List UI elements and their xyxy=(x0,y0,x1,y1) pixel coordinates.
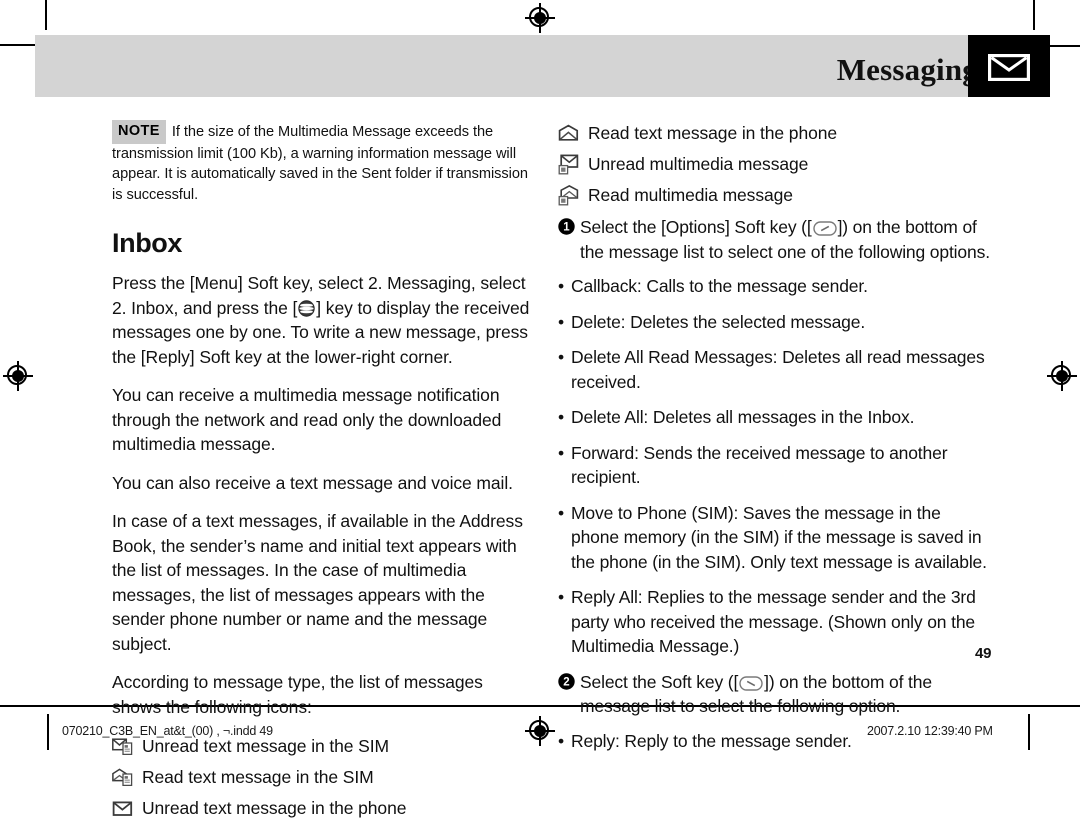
crop-mark-footer-right-vertical xyxy=(1028,714,1030,750)
icon-legend-row: Read text message in the phone xyxy=(558,120,990,147)
option-label: Move to Phone (SIM): Saves the message i… xyxy=(571,502,987,572)
icon-legend-row: Unread multimedia message xyxy=(558,151,990,178)
step-1-text: Select the [Options] Soft key ([]) on th… xyxy=(580,215,990,264)
paragraph-icon-intro: According to message type, the list of m… xyxy=(112,672,483,717)
step-2-text: Select the Soft key ([]) on the bottom o… xyxy=(580,670,990,719)
bullet-icon: • xyxy=(558,276,565,296)
option-label: Reply: Reply to the message sender. xyxy=(571,730,852,751)
crop-mark-footer-left-vertical xyxy=(47,714,49,750)
reply-softkey-icon xyxy=(739,675,763,691)
bullet-icon: • xyxy=(558,442,565,463)
unread-multimedia-icon xyxy=(558,151,588,178)
step-number-2-icon: 2 xyxy=(558,672,580,690)
registration-mark-top xyxy=(525,3,555,33)
option-list-item: • Reply All: Replies to the message send… xyxy=(558,585,990,659)
option-label: Callback: Calls to the message sender. xyxy=(571,276,868,296)
icon-legend-row: Read multimedia message xyxy=(558,182,990,209)
step-2-text-before: Select the Soft key ([ xyxy=(580,671,739,692)
step-row-1: 1 Select the [Options] Soft key ([]) on … xyxy=(558,215,990,264)
option-label: Forward: Sends the received message to a… xyxy=(571,442,948,488)
bullet-icon: • xyxy=(558,311,565,332)
step-1-text-before: Select the [Options] Soft key ([ xyxy=(580,217,812,237)
icon-legend-label: Unread text message in the phone xyxy=(142,798,407,818)
icon-legend-label: Read text message in the SIM xyxy=(142,767,374,787)
option-list-item: • Delete: Deletes the selected message. xyxy=(558,310,990,335)
option-label: Delete All Read Messages: Deletes all re… xyxy=(571,347,985,392)
read-text-phone-icon xyxy=(558,120,588,147)
note-text: If the size of the Multimedia Message ex… xyxy=(112,124,528,203)
option-label: Delete All: Deletes all messages in the … xyxy=(571,407,915,427)
crop-mark-top-left-vertical xyxy=(45,0,47,30)
option-list-item: • Callback: Calls to the message sender. xyxy=(558,274,990,299)
page-number: 49 xyxy=(975,645,992,662)
left-column: NOTE If the size of the Multimedia Messag… xyxy=(112,120,530,826)
right-column: Read text message in the phone Unread mu… xyxy=(558,120,990,764)
unread-text-phone-icon xyxy=(112,795,142,822)
svg-text:1: 1 xyxy=(563,222,570,234)
option-list-item: • Move to Phone (SIM): Saves the message… xyxy=(558,501,990,575)
bullet-icon: • xyxy=(558,407,565,427)
att-globe-key-icon xyxy=(298,299,315,317)
icon-legend-row: Read text message in the SIM xyxy=(112,764,530,791)
page-title: Messaging xyxy=(836,52,978,87)
step-row-2: 2 Select the Soft key ([]) on the bottom… xyxy=(558,670,990,719)
footer-filename: 070210_C3B_EN_at&t_(00) , ¬.indd 49 xyxy=(62,724,273,738)
header-chapter-badge xyxy=(968,35,1050,97)
option-label: Reply All: Replies to the message sender… xyxy=(571,587,976,656)
icon-legend-label: Read multimedia message xyxy=(588,185,793,205)
read-text-sim-icon xyxy=(112,764,142,791)
option-list-item: • Forward: Sends the received message to… xyxy=(558,441,990,490)
option-label: Delete: Deletes the selected message. xyxy=(571,311,866,332)
option-list-item: • Delete All Read Messages: Deletes all … xyxy=(558,345,990,394)
paragraph-text-voicemail: You can also receive a text message and … xyxy=(112,472,513,493)
note-block: NOTE If the size of the Multimedia Messag… xyxy=(112,120,530,205)
paragraph-multimedia-notification: You can receive a multimedia message not… xyxy=(112,385,502,454)
bullet-icon: • xyxy=(558,502,565,523)
registration-mark-right xyxy=(1047,361,1077,391)
icon-legend-row: Unread text message in the phone xyxy=(112,795,530,822)
bullet-icon: • xyxy=(558,587,565,607)
registration-mark-left xyxy=(3,361,33,391)
note-badge: NOTE xyxy=(112,120,166,144)
crop-mark-top-right-vertical xyxy=(1033,0,1035,30)
read-multimedia-icon xyxy=(558,182,588,209)
icon-legend-label: Read text message in the phone xyxy=(588,123,837,143)
envelope-icon xyxy=(988,54,1030,81)
bullet-icon: • xyxy=(558,730,565,751)
step-number-1-icon: 1 xyxy=(558,218,580,235)
paragraph-inbox-intro: Press the [Menu] Soft key, select 2. Mes… xyxy=(112,271,530,369)
option-list-item: • Delete All: Deletes all messages in th… xyxy=(558,405,990,430)
footer-timestamp: 2007.2.10 12:39:40 PM xyxy=(867,724,993,738)
crop-mark-top-band-left xyxy=(0,44,36,46)
section-title-inbox: Inbox xyxy=(112,228,182,258)
svg-text:2: 2 xyxy=(563,676,569,688)
icon-legend-label: Unread multimedia message xyxy=(588,154,809,174)
bullet-icon: • xyxy=(558,347,565,367)
options-softkey-icon xyxy=(812,221,837,236)
paragraph-address-book: In case of a text messages, if available… xyxy=(112,511,523,654)
